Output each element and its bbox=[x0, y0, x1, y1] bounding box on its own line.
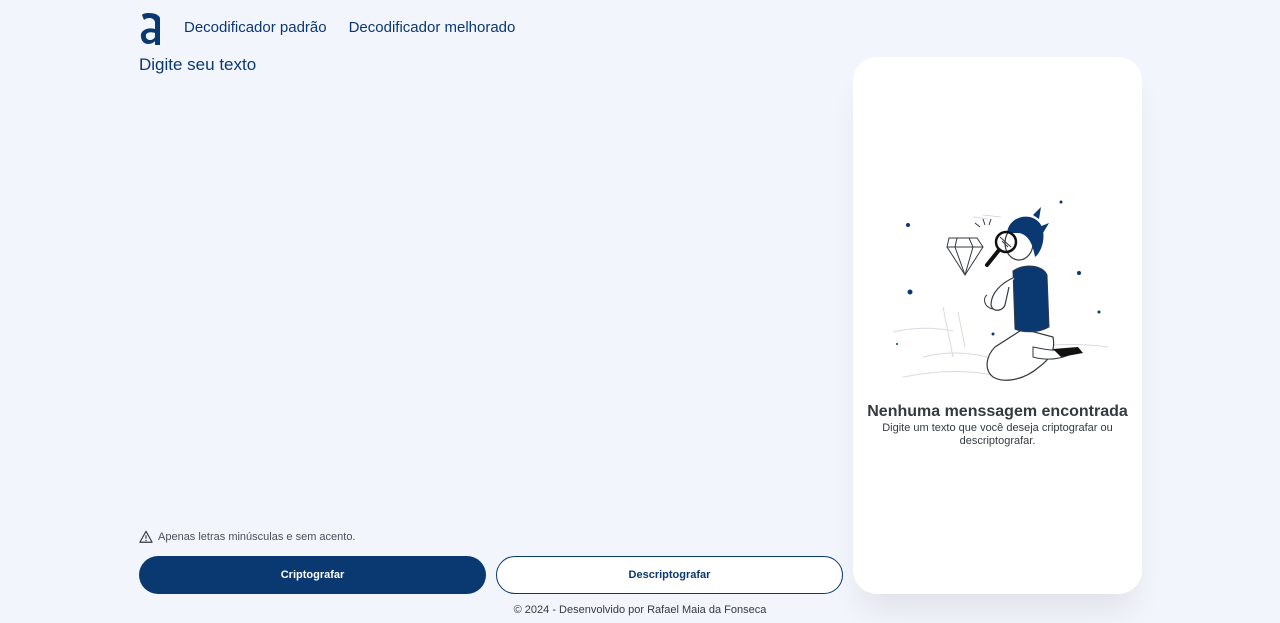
input-hint: Apenas letras minúsculas e sem acento. bbox=[139, 530, 356, 544]
alura-logo-icon[interactable] bbox=[139, 12, 163, 46]
main-nav: Decodificador padrão Decodificador melho… bbox=[184, 19, 515, 36]
decrypt-button[interactable]: Descriptografar bbox=[496, 556, 843, 594]
hint-text: Apenas letras minúsculas e sem acento. bbox=[158, 531, 356, 543]
text-input[interactable] bbox=[139, 55, 829, 510]
empty-state-text: Digite um texto que você deseja criptogr… bbox=[882, 422, 1113, 447]
footer-text: © 2024 - Desenvolvido por Rafael Maia da… bbox=[513, 604, 767, 616]
person-with-magnifier-illustration bbox=[892, 200, 1109, 381]
output-panel: Nenhuma menssagem encontrada Digite um t… bbox=[853, 57, 1142, 594]
warning-icon bbox=[139, 530, 153, 543]
nav-link-decodificador-melhorado[interactable]: Decodificador melhorado bbox=[349, 19, 516, 36]
empty-state-title: Nenhuma menssagem encontrada bbox=[867, 403, 1128, 420]
encrypt-button[interactable]: Criptografar bbox=[139, 556, 486, 594]
nav-link-decodificador-padrao[interactable]: Decodificador padrão bbox=[184, 19, 327, 36]
